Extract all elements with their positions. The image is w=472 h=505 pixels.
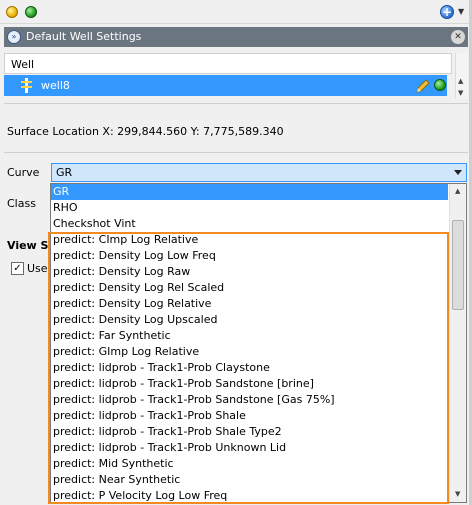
yellow-dot-icon[interactable] xyxy=(6,6,18,18)
well-icon xyxy=(21,78,32,93)
add-icon[interactable]: + xyxy=(440,5,454,19)
use-checkbox[interactable]: ✓ xyxy=(11,262,24,275)
curve-option[interactable]: predict: Density Log Relative xyxy=(51,296,448,312)
curve-option[interactable]: predict: Density Log Rel Scaled xyxy=(51,280,448,296)
curve-option[interactable]: predict: CImp Log Relative xyxy=(51,232,448,248)
pencil-icon[interactable] xyxy=(415,78,431,94)
well-table-scrollbar[interactable]: ▲ ▼ xyxy=(455,53,468,99)
curve-option[interactable]: Checkshot Vint xyxy=(51,216,448,232)
curve-option[interactable]: predict: lidprob - Track1-Prob Sandstone… xyxy=(51,392,448,408)
surface-location: Surface Location X: 299,844.560 Y: 7,775… xyxy=(7,125,284,138)
curve-option[interactable]: predict: Density Log Upscaled xyxy=(51,312,448,328)
curve-option[interactable]: predict: GImp Log Relative xyxy=(51,344,448,360)
class-label: Class xyxy=(7,197,36,210)
divider xyxy=(4,152,468,153)
scroll-down-icon[interactable]: ▼ xyxy=(458,89,463,97)
curve-option[interactable]: RHO xyxy=(51,200,448,216)
curve-label: Curve xyxy=(7,166,40,179)
view-settings-heading: View Se xyxy=(7,239,56,252)
curve-option[interactable]: GR xyxy=(51,184,448,200)
dropdown-scrollbar[interactable]: ▲ ▼ xyxy=(449,184,466,502)
green-dot-icon[interactable] xyxy=(434,79,446,91)
well-row[interactable]: well8 xyxy=(4,75,447,96)
panel-header: » Default Well Settings ✕ xyxy=(4,27,468,47)
green-dot-icon[interactable] xyxy=(25,6,37,18)
close-icon[interactable]: ✕ xyxy=(451,30,465,44)
add-dropdown-chevron-icon[interactable]: ▼ xyxy=(458,7,464,16)
curve-option[interactable]: predict: lidprob - Track1-Prob Shale Typ… xyxy=(51,424,448,440)
curve-option[interactable]: predict: Near Synthetic xyxy=(51,472,448,488)
curve-option[interactable]: predict: Far Synthetic xyxy=(51,328,448,344)
curve-dropdown-list[interactable]: GR RHO Checkshot Vint predict: CImp Log Rel… xyxy=(50,183,467,503)
expand-icon[interactable]: » xyxy=(7,30,21,44)
curve-option[interactable]: predict: Density Log Low Freq xyxy=(51,248,448,264)
curve-option[interactable]: predict: lidprob - Track1-Prob Claystone xyxy=(51,360,448,376)
curve-select[interactable]: GR xyxy=(51,163,467,182)
curve-option[interactable]: predict: Mid Synthetic xyxy=(51,456,448,472)
use-label: Use xyxy=(27,262,48,275)
curve-option[interactable]: predict: Density Log Raw xyxy=(51,264,448,280)
curve-select-value: GR xyxy=(56,166,73,179)
curve-option[interactable]: predict: P Velocity Log Low Freq xyxy=(51,488,448,502)
curve-option[interactable]: predict: lidprob - Track1-Prob Shale xyxy=(51,408,448,424)
scrollbar-thumb[interactable] xyxy=(452,220,464,310)
scroll-up-icon[interactable]: ▲ xyxy=(455,187,460,195)
divider xyxy=(4,103,468,104)
curve-option[interactable]: predict: lidprob - Track1-Prob Sandstone… xyxy=(51,376,448,392)
chevron-down-icon[interactable] xyxy=(454,170,462,175)
well-column-header: Well xyxy=(4,53,452,74)
panel-title: Default Well Settings xyxy=(26,30,142,43)
top-toolbar xyxy=(0,0,472,24)
curve-option[interactable]: predict: lidprob - Track1-Prob Unknown L… xyxy=(51,440,448,456)
well-name: well8 xyxy=(41,79,70,92)
scroll-down-icon[interactable]: ▼ xyxy=(455,490,460,498)
scroll-up-icon[interactable]: ▲ xyxy=(458,77,463,85)
